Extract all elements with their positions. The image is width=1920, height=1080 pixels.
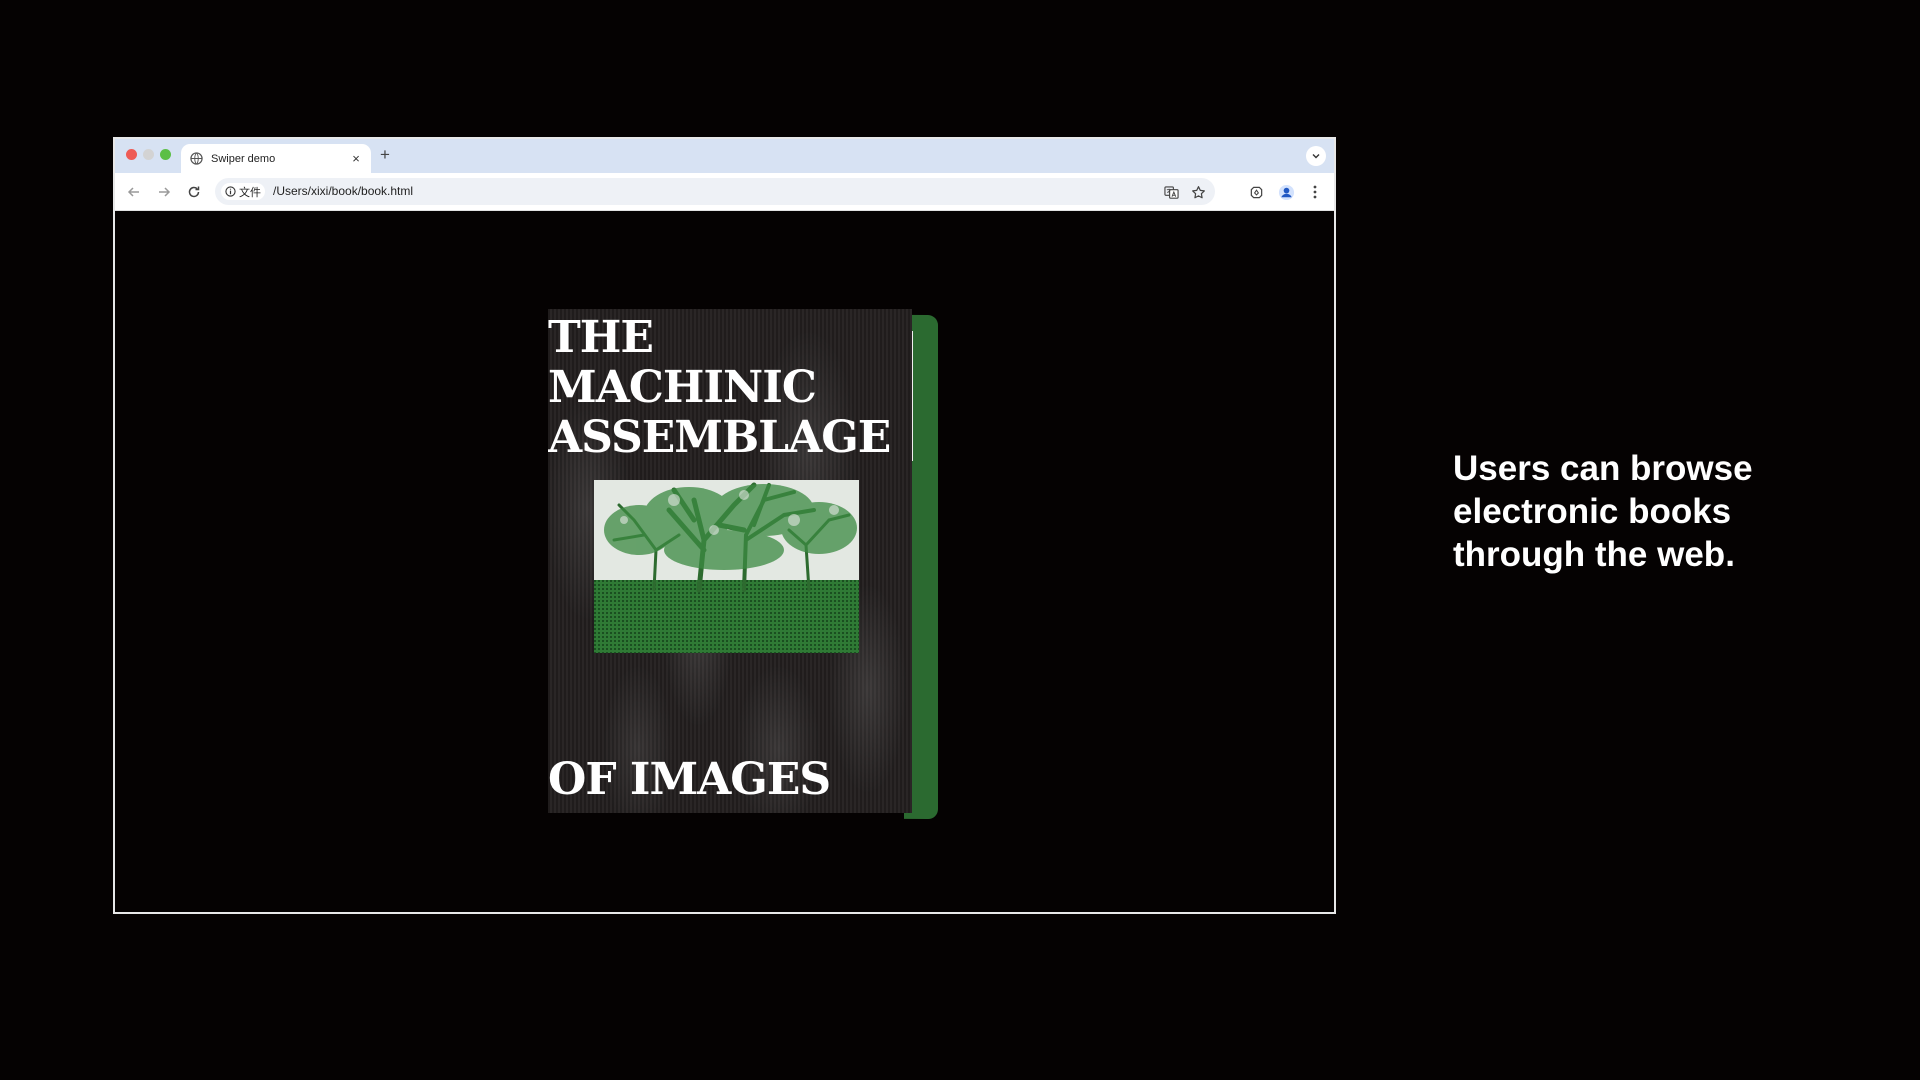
address-bar[interactable]: 文件 /Users/xixi/book/book.html	[215, 178, 1215, 205]
chevron-down-icon	[1312, 154, 1320, 159]
translate-icon	[1163, 185, 1179, 199]
reload-button[interactable]	[185, 183, 203, 201]
page-viewport: THE MACHINIC ASSEMBLAGE OF IMAGES	[115, 211, 1334, 912]
arrow-right-icon	[159, 187, 171, 197]
tab-search-button[interactable]	[1306, 146, 1326, 166]
browser-tab[interactable]: Swiper demo ×	[181, 144, 371, 173]
globe-icon	[189, 152, 203, 166]
forward-button[interactable]	[155, 183, 173, 201]
book-viewer[interactable]: THE MACHINIC ASSEMBLAGE OF IMAGES	[548, 309, 938, 825]
site-info-chip[interactable]: 文件	[221, 183, 265, 200]
tab-close-button[interactable]: ×	[349, 151, 363, 166]
translate-button[interactable]	[1162, 183, 1180, 201]
maximize-window-button[interactable]	[160, 149, 171, 160]
book-title: THE MACHINIC ASSEMBLAGE	[548, 312, 891, 463]
arrow-left-icon	[127, 187, 139, 197]
caption-text: Users can browse electronic books throug…	[1453, 449, 1753, 574]
url-text[interactable]: /Users/xixi/book/book.html	[273, 184, 413, 198]
profile-button[interactable]	[1277, 183, 1295, 201]
tab-bar: Swiper demo × +	[115, 139, 1334, 173]
back-button[interactable]	[125, 183, 143, 201]
tab-title: Swiper demo	[211, 152, 276, 165]
book-subtitle: OF IMAGES	[548, 754, 831, 805]
bookmark-button[interactable]	[1189, 183, 1207, 201]
close-window-button[interactable]	[126, 149, 137, 160]
extension-icon	[1250, 186, 1262, 198]
minimize-window-button[interactable]	[143, 149, 154, 160]
toolbar: 文件 /Users/xixi/book/book.html	[115, 173, 1334, 211]
avatar-icon	[1278, 184, 1294, 200]
new-tab-button[interactable]: +	[380, 146, 390, 164]
browser-menu-button[interactable]	[1306, 183, 1324, 201]
star-icon	[1191, 185, 1205, 198]
reload-icon	[188, 186, 200, 198]
site-info-label: 文件	[239, 186, 261, 199]
book-cover[interactable]: THE MACHINIC ASSEMBLAGE OF IMAGES	[548, 309, 912, 813]
browser-window: Swiper demo × + 文件 /Users/xixi/book/book…	[113, 137, 1336, 914]
info-icon	[225, 186, 236, 197]
extension-button[interactable]	[1247, 183, 1265, 201]
kebab-menu-icon	[1313, 185, 1317, 199]
cover-tree-image	[594, 480, 859, 653]
